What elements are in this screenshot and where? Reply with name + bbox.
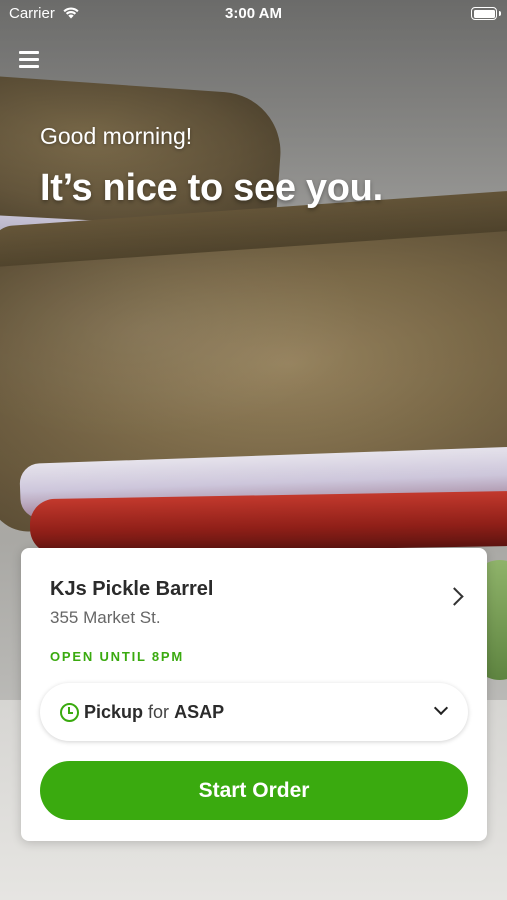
store-hours-status: OPEN UNTIL 8PM: [50, 649, 185, 664]
order-type-label: Pickup for ASAP: [84, 702, 224, 723]
order-mode: Pickup: [84, 702, 144, 722]
order-time: ASAP: [174, 702, 225, 722]
store-selector-row[interactable]: KJs Pickle Barrel 355 Market St.: [21, 548, 487, 636]
order-for-label: for: [148, 702, 170, 722]
hamburger-menu-icon[interactable]: [18, 48, 42, 68]
store-card: KJs Pickle Barrel 355 Market St. OPEN UN…: [21, 548, 487, 841]
start-order-button[interactable]: Start Order: [40, 761, 468, 820]
greeting-text: Good morning!: [40, 123, 193, 149]
headline-text: It’s nice to see you.: [40, 167, 383, 209]
chevron-right-icon: [445, 587, 464, 606]
clock-icon: [60, 703, 79, 722]
clock-time: 3:00 AM: [225, 5, 282, 22]
battery-icon: [471, 7, 501, 20]
store-address: 355 Market St.: [50, 608, 161, 627]
home-screen: Carrier 3:00 AM Good morning! It’s nice …: [0, 0, 507, 900]
order-type-dropdown[interactable]: Pickup for ASAP: [40, 683, 468, 741]
chevron-down-icon: [433, 700, 449, 716]
status-bar: Carrier 3:00 AM: [0, 0, 507, 28]
store-name: KJs Pickle Barrel: [50, 578, 214, 600]
